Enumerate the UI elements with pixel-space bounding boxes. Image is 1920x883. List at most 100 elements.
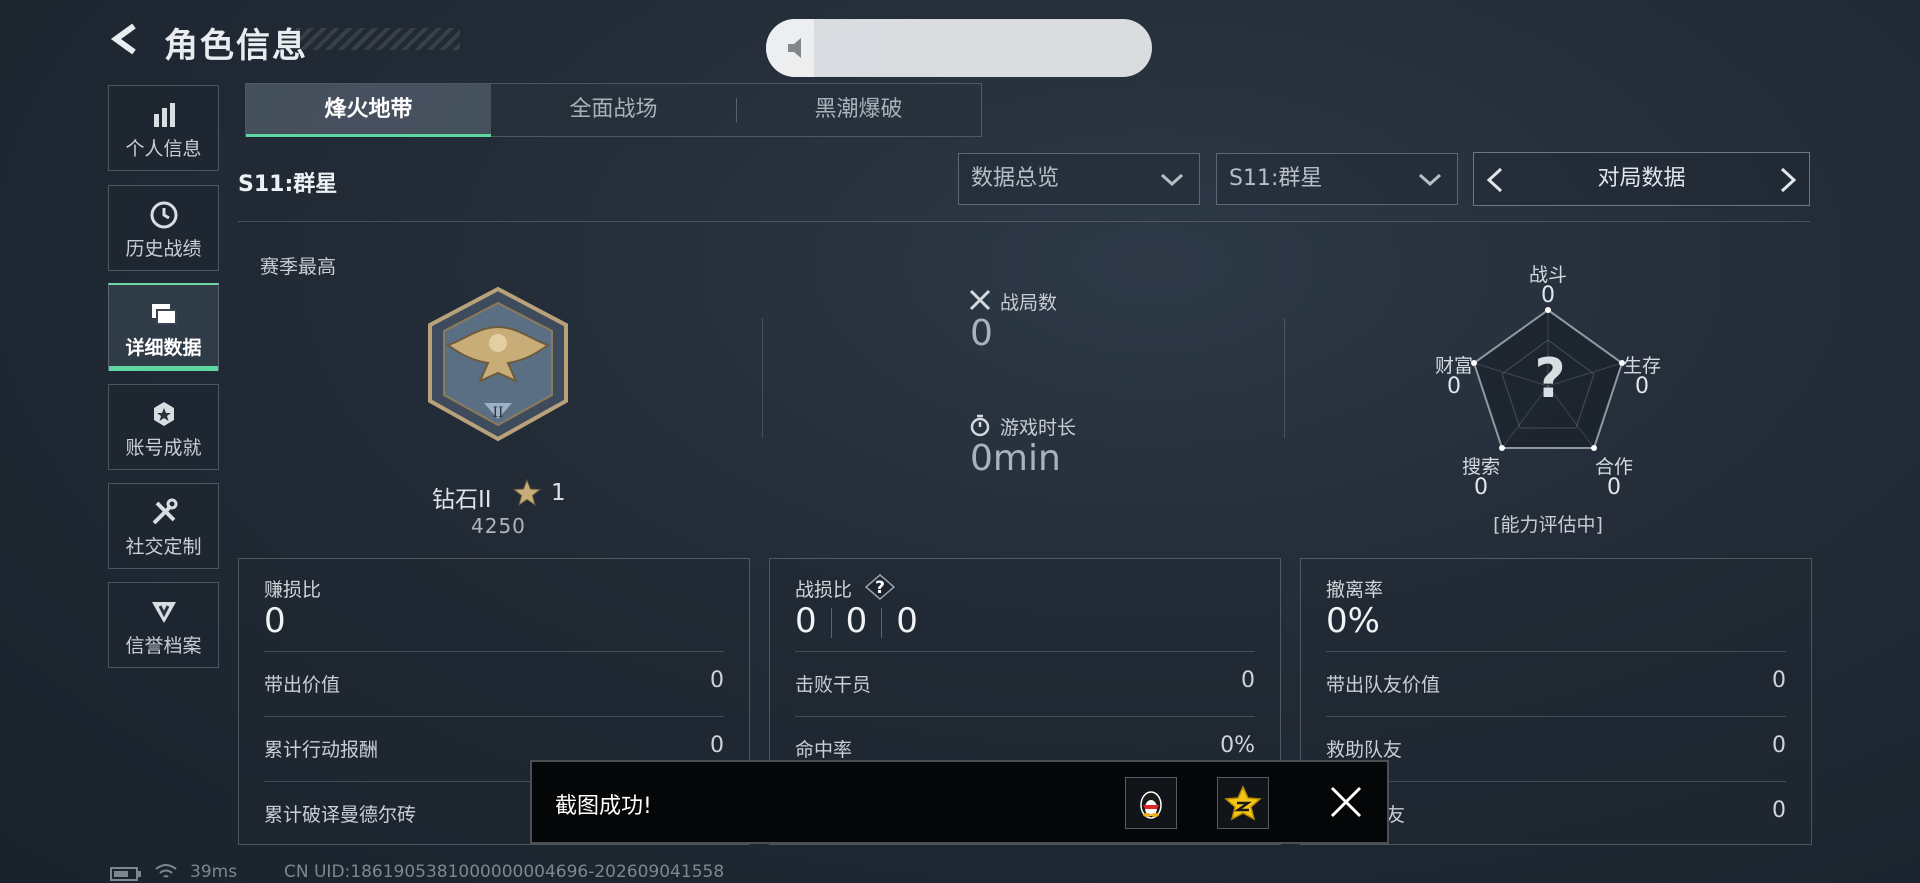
volume-slider[interactable] [766,19,1152,77]
row-value: 0 [1772,733,1786,758]
sidebar-item-social[interactable]: 社交定制 [108,483,219,569]
stat-row: 带出队友价值 0 [1326,651,1786,716]
rank-emblem-icon: II [428,286,568,442]
stat-row: 击败干员 0 [795,651,1255,716]
mode-tabs: 烽火地带 全面战场 黑潮爆破 [245,83,982,137]
radar-value-search: 0 [1474,475,1488,500]
chevron-down-icon [1160,173,1184,187]
tab-beacon-zone[interactable]: 烽火地带 [246,84,491,137]
rank-score: 4250 [471,514,526,538]
share-qzone-button[interactable] [1217,777,1269,829]
sidebar-item-credit[interactable]: 信誉档案 [108,582,219,668]
medal-icon [153,402,174,426]
pager-label: 对局数据 [1597,166,1686,191]
season-select-value: S11:群星 [1229,166,1323,191]
divider [830,607,832,638]
row-value: 0 [1772,668,1786,693]
view-select-value: 数据总览 [971,166,1060,191]
row-label: 救助队友 [1326,739,1403,761]
sidebar-item-label: 社交定制 [125,536,202,558]
tools-icon [152,498,177,525]
row-label: 带出队友价值 [1326,674,1441,696]
screenshot-toast: 截图成功! [530,760,1389,844]
sidebar-item-label: 详细数据 [125,337,202,359]
sidebar-item-detailed-data[interactable]: 详细数据 [108,283,219,371]
close-icon[interactable] [1329,785,1363,819]
divider [762,318,763,438]
season-select[interactable]: S11:群星 [1216,153,1458,205]
sidebar-item-personal-info[interactable]: 个人信息 [108,85,219,171]
kd-value-3: 0 [896,601,918,641]
box-main-value: 0 [264,601,286,641]
row-value: 0 [710,668,724,693]
radar-value-survival: 0 [1635,374,1649,399]
radar-value-wealth: 0 [1447,374,1461,399]
tab-black-tide[interactable]: 黑潮爆破 [736,84,981,136]
stat-row: 救助队友 0 [1326,716,1786,781]
season-best-label: 赛季最高 [260,256,337,278]
box-title: 撤离率 [1326,579,1384,601]
battery-icon [110,867,141,881]
matches-label: 战局数 [1000,292,1058,314]
svg-text:II: II [492,405,503,421]
row-label: 命中率 [795,739,853,761]
help-mark: ? [875,578,885,598]
box-title: 战损比 [795,579,853,601]
user-uid: CN UID:1861905381000000004696-2026090415… [284,862,725,882]
stat-row: 带出价值 0 [264,651,724,716]
folders-icon [151,304,177,325]
kd-values: 000 [795,601,918,641]
row-value: 0 [1241,668,1255,693]
title-decoration [296,28,460,50]
sidebar-item-label: 信誉档案 [125,635,202,657]
star-icon [512,478,542,507]
radar-value-cooperation: 0 [1607,475,1621,500]
toast-message: 截图成功! [555,794,652,819]
row-label: 累计行动报酬 [264,739,379,761]
stat-row: 友 0 [1326,781,1786,846]
season-label: S11:群星 [238,172,338,197]
row-value: 0% [1220,733,1255,758]
row-label: 累计破译曼德尔砖 [264,804,417,826]
crossed-swords-icon [969,289,991,311]
kd-value-1: 0 [795,601,817,641]
box-title: 赚损比 [264,579,322,601]
qq-penguin-icon [1140,791,1162,819]
data-pager: 对局数据 [1473,152,1810,206]
badge-icon [151,602,176,623]
rank-star-count: 1 [551,480,566,506]
kd-value-2: 0 [845,601,868,641]
row-value: 0 [710,733,724,758]
back-arrow-icon[interactable] [108,22,142,56]
qzone-star-icon [1224,785,1262,821]
sidebar-item-history[interactable]: 历史战绩 [108,185,219,271]
sidebar-item-label: 账号成就 [125,437,202,459]
radar-value-combat: 0 [1541,283,1555,308]
chevron-down-icon [1418,173,1442,187]
stopwatch-icon [970,414,990,437]
clock-icon [150,201,177,229]
divider [881,607,883,638]
wifi-icon [155,864,177,878]
radar-status: [能力评估中] [1493,514,1603,536]
box-main-value: 0% [1326,601,1380,641]
playtime-value: 0min [970,438,1061,479]
chevron-right-icon[interactable] [1779,167,1797,193]
page-title: 角色信息 [164,26,308,66]
ping-readout: 39ms [190,862,238,882]
rank-name: 钻石II [432,487,492,513]
sidebar-item-label: 历史战绩 [125,238,202,260]
sidebar-item-label: 个人信息 [125,138,202,160]
help-icon[interactable]: ? [865,574,895,600]
divider [1284,318,1285,438]
divider [238,221,1810,222]
row-label: 带出价值 [264,674,341,696]
row-label: 击败干员 [795,674,872,696]
chevron-left-icon[interactable] [1486,167,1504,193]
matches-value: 0 [970,313,993,354]
tab-full-battlefield[interactable]: 全面战场 [491,84,736,136]
bar-chart-icon [153,103,175,127]
view-select[interactable]: 数据总览 [958,153,1200,205]
share-qq-button[interactable] [1125,777,1177,829]
sidebar-item-achievements[interactable]: 账号成就 [108,384,219,470]
